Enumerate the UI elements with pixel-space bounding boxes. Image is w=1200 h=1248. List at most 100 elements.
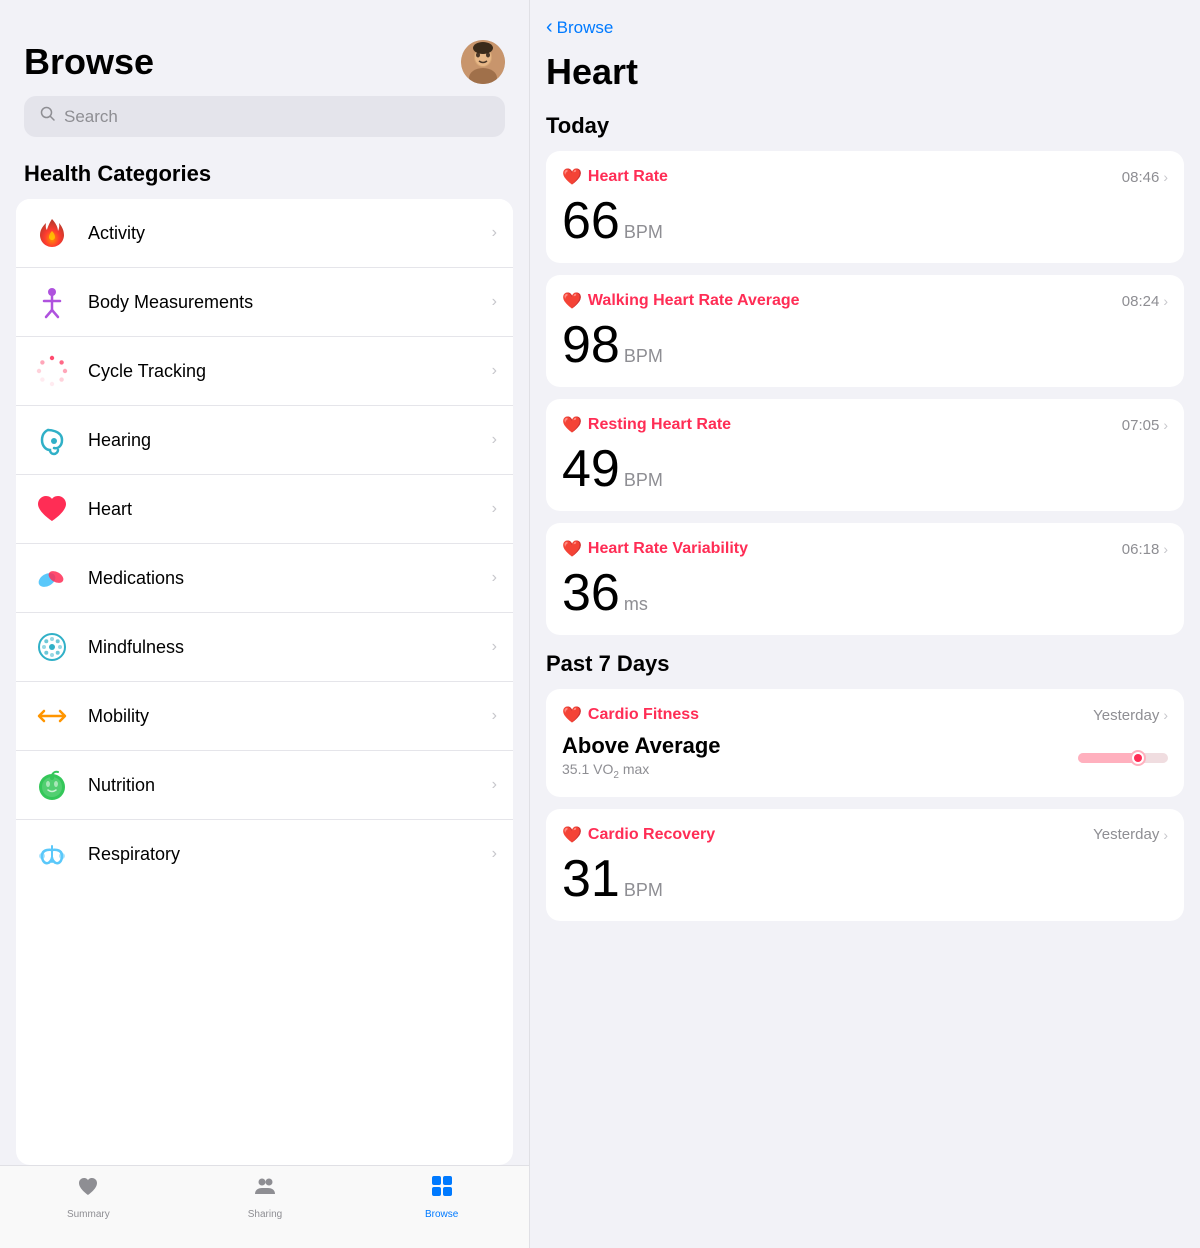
health-categories-label: Health Categories xyxy=(0,153,529,199)
nutrition-icon xyxy=(32,765,72,805)
cardio-recovery-time: Yesterday › xyxy=(1093,826,1168,843)
past7days-section-label: Past 7 Days xyxy=(546,647,1184,689)
summary-tab-icon xyxy=(76,1174,100,1205)
activity-chevron: › xyxy=(492,224,497,242)
cardio-recovery-unit: BPM xyxy=(624,880,663,901)
heart-category-icon xyxy=(32,489,72,529)
category-item-body[interactable]: Body Measurements › xyxy=(16,268,513,337)
cardio-fitness-card[interactable]: ❤️ Cardio Fitness Yesterday › Above Aver… xyxy=(546,689,1184,797)
cardio-recovery-heart-icon: ❤️ xyxy=(562,825,582,845)
category-name-nutrition: Nutrition xyxy=(88,775,492,796)
category-name-heart: Heart xyxy=(88,499,492,520)
body-icon xyxy=(32,282,72,322)
category-name-medications: Medications xyxy=(88,568,492,589)
heart-rate-value: 66 xyxy=(562,195,620,247)
category-item-cycle[interactable]: Cycle Tracking › xyxy=(16,337,513,406)
search-bar[interactable]: Search xyxy=(24,96,505,137)
heart-rate-unit: BPM xyxy=(624,222,663,243)
category-item-mindfulness[interactable]: Mindfulness › xyxy=(16,613,513,682)
mindfulness-chevron: › xyxy=(492,638,497,656)
heart-rate-heart-icon: ❤️ xyxy=(562,167,582,187)
category-name-mindfulness: Mindfulness xyxy=(88,637,492,658)
category-name-body: Body Measurements xyxy=(88,292,492,313)
category-item-activity[interactable]: Activity › xyxy=(16,199,513,268)
heart-chevron: › xyxy=(492,500,497,518)
category-name-activity: Activity xyxy=(88,223,492,244)
hearing-icon xyxy=(32,420,72,460)
resting-heart-rate-title: Resting Heart Rate xyxy=(588,416,731,434)
walking-heart-rate-unit: BPM xyxy=(624,346,663,367)
cycle-icon xyxy=(32,351,72,391)
avatar[interactable] xyxy=(461,40,505,84)
cardio-fitness-time: Yesterday › xyxy=(1093,707,1168,724)
medications-chevron: › xyxy=(492,569,497,587)
respiratory-icon xyxy=(32,834,72,874)
category-item-heart[interactable]: Heart › xyxy=(16,475,513,544)
hearing-chevron: › xyxy=(492,431,497,449)
cardio-fitness-heart-icon: ❤️ xyxy=(562,705,582,725)
category-item-respiratory[interactable]: Respiratory › xyxy=(16,820,513,888)
cardio-fitness-chart xyxy=(1078,739,1168,775)
hrv-card[interactable]: ❤️ Heart Rate Variability 06:18 › 36 ms xyxy=(546,523,1184,635)
hrv-unit: ms xyxy=(624,594,648,615)
back-button[interactable]: ‹ Browse xyxy=(546,0,1184,47)
mobility-chevron: › xyxy=(492,707,497,725)
category-name-mobility: Mobility xyxy=(88,706,492,727)
browse-tab-icon xyxy=(430,1174,454,1205)
walking-heart-rate-time: 08:24 › xyxy=(1122,293,1168,310)
heart-rate-title: Heart Rate xyxy=(588,168,668,186)
cardio-fitness-title: Cardio Fitness xyxy=(588,706,699,724)
category-name-hearing: Hearing xyxy=(88,430,492,451)
tab-sharing[interactable]: Sharing xyxy=(177,1174,354,1220)
heart-rate-time: 08:46 › xyxy=(1122,169,1168,186)
mobility-icon xyxy=(32,696,72,736)
browse-tab-label: Browse xyxy=(425,1209,458,1220)
sharing-tab-icon xyxy=(253,1174,277,1205)
hrv-title: Heart Rate Variability xyxy=(588,540,748,558)
walking-heart-rate-card[interactable]: ❤️ Walking Heart Rate Average 08:24 › 98… xyxy=(546,275,1184,387)
walking-heart-icon: ❤️ xyxy=(562,291,582,311)
category-item-hearing[interactable]: Hearing › xyxy=(16,406,513,475)
walking-heart-rate-value: 98 xyxy=(562,319,620,371)
cardio-recovery-value: 31 xyxy=(562,853,620,905)
respiratory-chevron: › xyxy=(492,845,497,863)
tab-browse[interactable]: Browse xyxy=(353,1174,530,1220)
resting-heart-icon: ❤️ xyxy=(562,415,582,435)
hrv-time: 06:18 › xyxy=(1122,541,1168,558)
mindfulness-icon xyxy=(32,627,72,667)
category-item-medications[interactable]: Medications › xyxy=(16,544,513,613)
cardio-fitness-value-label: Above Average xyxy=(562,733,1078,759)
cycle-chevron: › xyxy=(492,362,497,380)
sharing-tab-label: Sharing xyxy=(248,1209,282,1220)
heart-rate-card[interactable]: ❤️ Heart Rate 08:46 › 66 BPM xyxy=(546,151,1184,263)
tab-summary[interactable]: Summary xyxy=(0,1174,177,1220)
category-name-respiratory: Respiratory xyxy=(88,844,492,865)
search-icon xyxy=(40,106,56,127)
cardio-recovery-title: Cardio Recovery xyxy=(588,826,715,844)
walking-heart-rate-title: Walking Heart Rate Average xyxy=(588,292,800,310)
hrv-heart-icon: ❤️ xyxy=(562,539,582,559)
tab-bar: Summary Sharing xyxy=(0,1165,530,1248)
summary-tab-label: Summary xyxy=(67,1209,110,1220)
activity-icon xyxy=(32,213,72,253)
resting-heart-rate-value: 49 xyxy=(562,443,620,495)
search-placeholder: Search xyxy=(64,107,118,127)
category-item-nutrition[interactable]: Nutrition › xyxy=(16,751,513,820)
hrv-value: 36 xyxy=(562,567,620,619)
body-chevron: › xyxy=(492,293,497,311)
back-label: Browse xyxy=(557,18,614,38)
cardio-recovery-card[interactable]: ❤️ Cardio Recovery Yesterday › 31 BPM xyxy=(546,809,1184,921)
resting-heart-rate-card[interactable]: ❤️ Resting Heart Rate 07:05 › 49 BPM xyxy=(546,399,1184,511)
medications-icon xyxy=(32,558,72,598)
back-chevron-icon: ‹ xyxy=(546,16,553,39)
resting-heart-rate-unit: BPM xyxy=(624,470,663,491)
nutrition-chevron: › xyxy=(492,776,497,794)
avatar-image xyxy=(461,40,505,84)
browse-title: Browse xyxy=(24,41,154,83)
category-name-cycle: Cycle Tracking xyxy=(88,361,492,382)
right-panel-title: Heart xyxy=(546,47,1184,109)
category-item-mobility[interactable]: Mobility › xyxy=(16,682,513,751)
resting-heart-rate-time: 07:05 › xyxy=(1122,417,1168,434)
today-section-label: Today xyxy=(546,109,1184,151)
right-panel: ‹ Browse Heart Today ❤️ Heart Rate 08:46… xyxy=(530,0,1200,1248)
